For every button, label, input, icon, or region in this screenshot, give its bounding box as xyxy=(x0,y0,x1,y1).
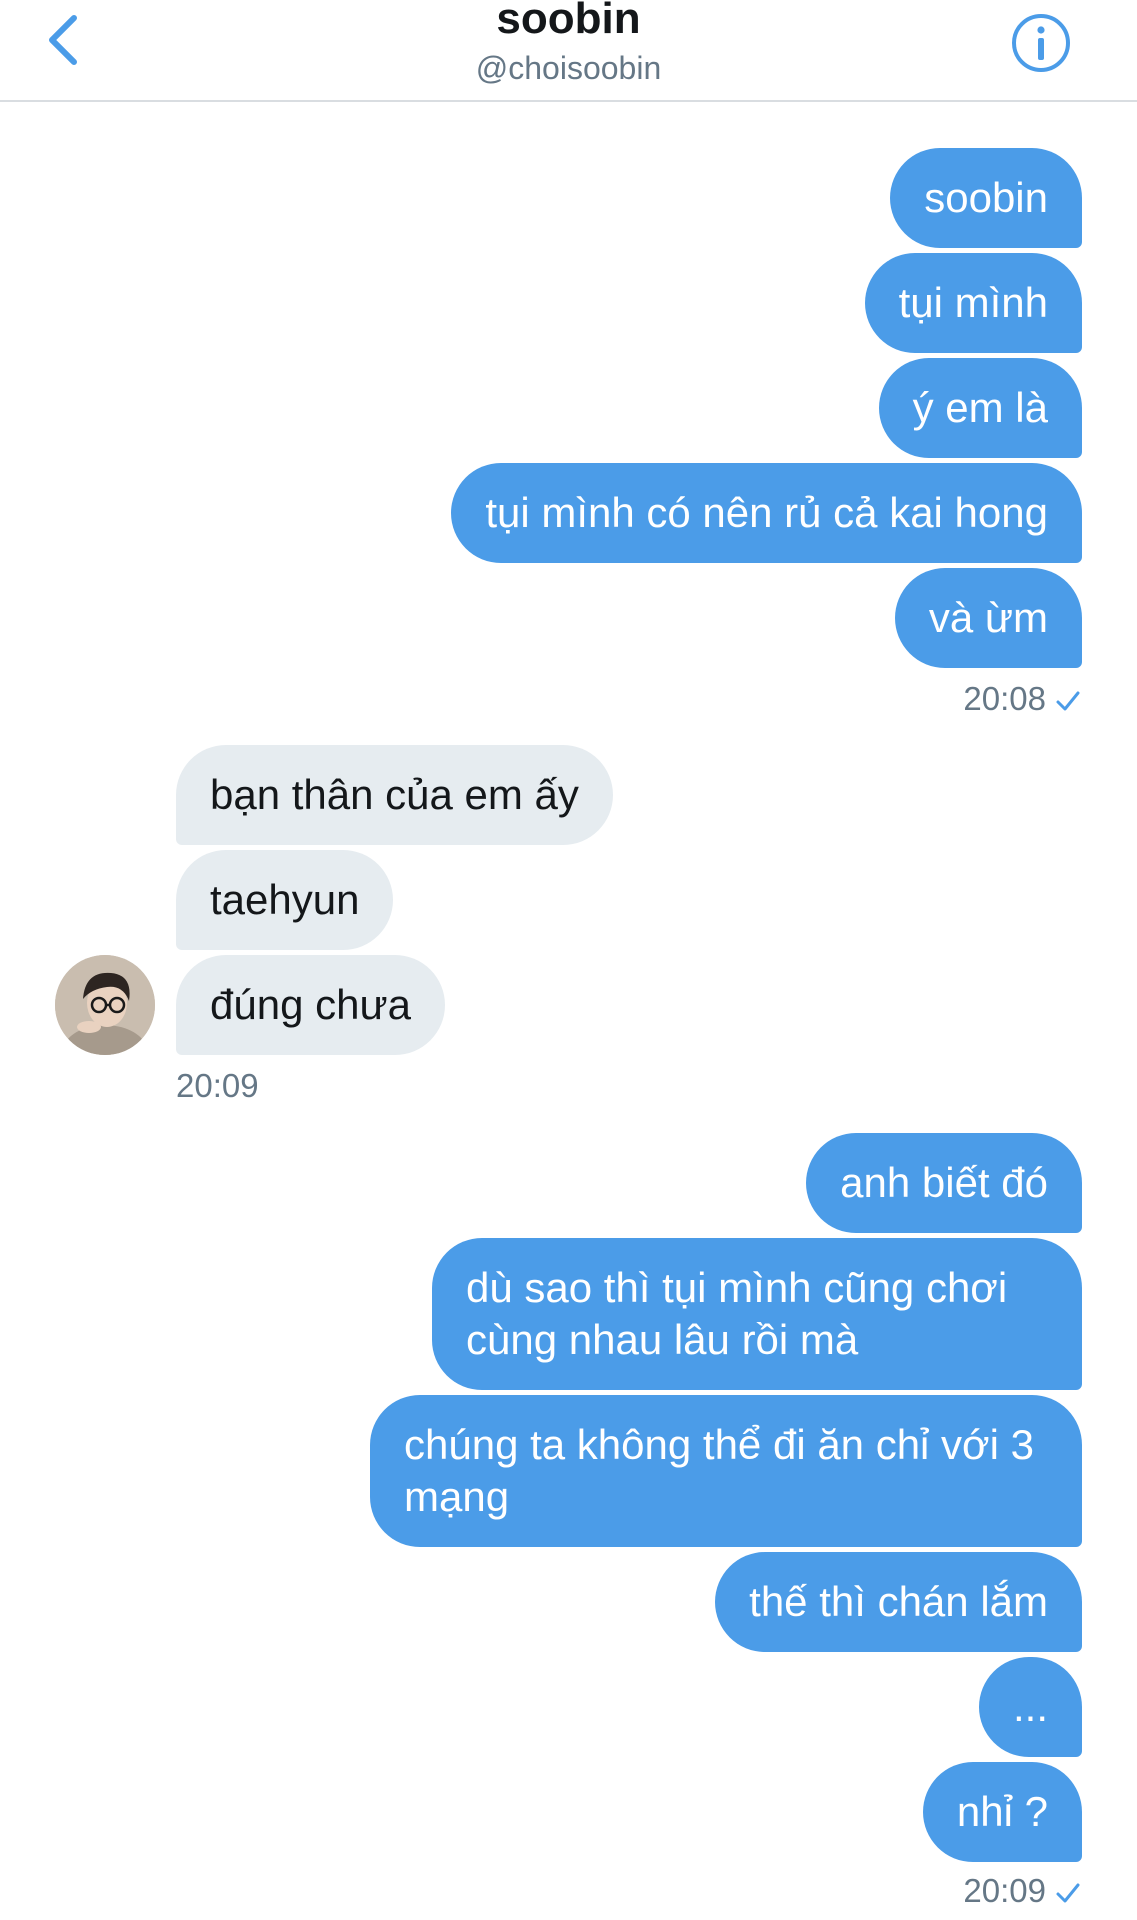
sent-message[interactable]: chúng ta không thể đi ăn chỉ với 3 mạng xyxy=(370,1395,1082,1547)
sent-message[interactable]: ý em là xyxy=(878,358,1082,458)
sent-message[interactable]: nhỉ ? xyxy=(922,1762,1082,1862)
conversation-handle: @choisoobin xyxy=(475,50,662,86)
read-check-icon xyxy=(1056,691,1080,711)
message-timestamp: 20:08 xyxy=(963,680,1082,718)
info-icon xyxy=(1012,14,1070,72)
received-message[interactable]: bạn thân của em ấy xyxy=(176,745,613,845)
message-timestamp: 20:09 xyxy=(176,1067,259,1104)
sent-message[interactable]: thế thì chán lắm xyxy=(715,1552,1082,1652)
info-button[interactable] xyxy=(1010,12,1072,74)
avatar[interactable] xyxy=(55,955,155,1055)
sent-message[interactable]: ... xyxy=(978,1657,1082,1757)
timestamp-text: 20:09 xyxy=(963,1872,1046,1909)
sent-message[interactable]: và ừm xyxy=(894,568,1082,668)
received-message[interactable]: taehyun xyxy=(176,850,394,950)
received-message[interactable]: đúng chưa xyxy=(176,955,445,1055)
sent-message[interactable]: tụi mình có nên rủ cả kai hong xyxy=(451,463,1082,563)
message-timestamp: 20:09 xyxy=(963,1872,1082,1910)
read-check-icon xyxy=(1056,1883,1080,1903)
sent-message[interactable]: dù sao thì tụi mình cũng chơi cùng nhau … xyxy=(432,1238,1082,1390)
timestamp-text: 20:08 xyxy=(963,680,1046,717)
sent-message[interactable]: soobin xyxy=(890,148,1082,248)
avatar-photo xyxy=(55,955,155,1055)
sent-message[interactable]: anh biết đó xyxy=(806,1133,1082,1233)
sent-message[interactable]: tụi mình xyxy=(864,253,1082,353)
conversation-header: soobin @choisoobin xyxy=(0,0,1137,102)
conversation-title: soobin xyxy=(496,0,641,43)
